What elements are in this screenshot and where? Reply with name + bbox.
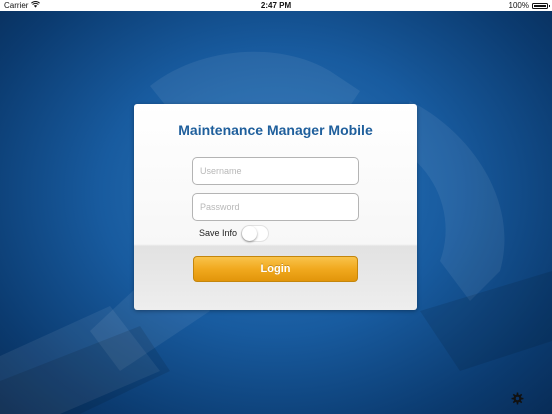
toggle-knob [242, 225, 258, 241]
save-info-toggle[interactable] [241, 224, 270, 242]
gear-icon [511, 392, 523, 404]
login-panel: Maintenance Manager Mobile Save Info Log… [134, 104, 417, 310]
status-time: 2:47 PM [260, 1, 292, 10]
status-bar: Carrier 2:47 PM 100% [0, 0, 552, 11]
password-input[interactable] [192, 193, 359, 221]
username-input[interactable] [192, 157, 359, 185]
settings-button[interactable] [510, 391, 524, 405]
battery-percent: 100% [508, 1, 529, 10]
battery-group: 100% [508, 0, 550, 11]
app-title: Maintenance Manager Mobile [178, 122, 373, 138]
save-info-row: Save Info [199, 224, 270, 242]
save-info-label: Save Info [199, 228, 238, 238]
battery-icon [532, 2, 550, 9]
login-button[interactable]: Login [193, 256, 358, 282]
